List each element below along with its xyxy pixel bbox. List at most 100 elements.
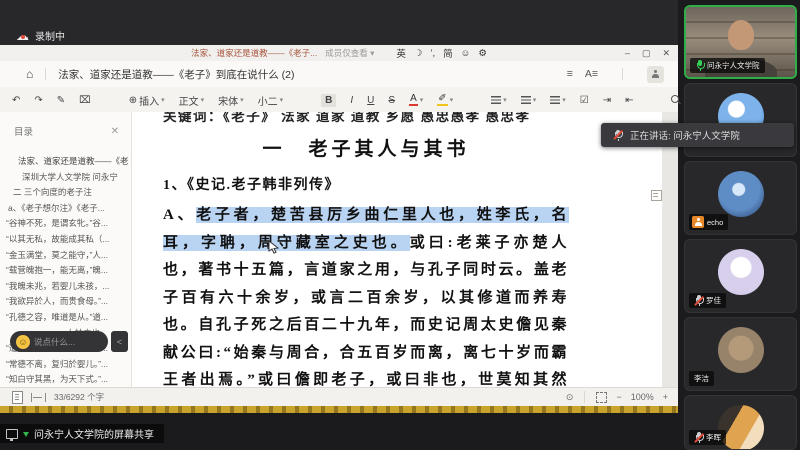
underline-button[interactable]: U: [367, 95, 374, 106]
text-tool-icon[interactable]: A≡: [585, 68, 598, 80]
participant-tile[interactable]: echo: [684, 161, 797, 235]
ime-lang-icon[interactable]: 英: [396, 46, 406, 60]
speaking-toast-label: 正在讲话: 问永宁人文学院: [630, 128, 740, 142]
mouse-cursor: [268, 240, 279, 255]
word-count-icon[interactable]: [31, 393, 46, 402]
indent-increase-button[interactable]: ⇥: [603, 95, 611, 106]
paragraph-style-dropdown[interactable]: 正文▾: [179, 93, 205, 108]
participant-name-badge: 李洁: [689, 371, 714, 386]
insert-dropdown[interactable]: ⊕插入▾: [129, 93, 165, 108]
strikethrough-button[interactable]: S: [388, 95, 395, 106]
comment-anchor-icon[interactable]: [651, 190, 662, 201]
toc-item[interactable]: “孔德之容，唯道是从。”道...: [6, 310, 129, 326]
toc-item[interactable]: “常德不离，复归於婴儿。”...: [6, 357, 129, 373]
monitor-icon: [6, 429, 18, 439]
toc-close-icon[interactable]: ✕: [111, 126, 119, 137]
section-heading: 一 老子其人与其书: [163, 134, 569, 161]
participant-name: echo: [707, 218, 723, 227]
toc-item[interactable]: “载营魄抱一，能无离，”魄...: [6, 263, 129, 279]
toc-item[interactable]: 法家、道家还是道教——《老...: [6, 154, 129, 170]
clear-format-button[interactable]: ⌧: [79, 95, 91, 106]
toc-item[interactable]: “我欲异於人，而贵食母。”...: [6, 294, 129, 310]
paragraph-a: A、老子者，楚苦县厉乡曲仁里人也，姓李氏，名耳，字聃，周守藏室之史也。或曰:老莱…: [163, 202, 569, 388]
toc-header: 目录 ✕: [0, 112, 131, 144]
highlight-color-dropdown[interactable]: ✐▾: [437, 94, 453, 106]
restore-button[interactable]: ▢: [642, 48, 651, 59]
bold-button[interactable]: B: [321, 94, 336, 107]
font-size-dropdown[interactable]: 小二▾: [258, 93, 284, 108]
redo-button[interactable]: ↷: [34, 95, 42, 106]
gear-icon[interactable]: ⚙: [478, 48, 487, 59]
checkbox-list-button[interactable]: ☑: [580, 95, 589, 106]
participant-tile[interactable]: 罗佳: [684, 239, 797, 313]
word-count: 33/6292 个字: [54, 391, 104, 403]
participant-name: 罗佳: [706, 295, 721, 306]
numbered-list-dropdown[interactable]: ▾: [550, 96, 566, 104]
hamburger-menu-icon[interactable]: ≡: [567, 68, 573, 80]
participant-tile[interactable]: 李晖: [684, 395, 797, 450]
participant-name-badge: 罗佳: [689, 293, 726, 308]
paragraph-a-rest: 或曰:老莱子亦楚人也，著书十五篇，言道家之用，与孔子同时云。盖老子百有六十余岁，…: [163, 235, 569, 389]
indent-decrease-button[interactable]: ⇤: [625, 95, 633, 106]
reading-mode-icon[interactable]: ⊙: [566, 392, 574, 403]
document-page[interactable]: 关键词：《老子》 法家 道家 道教 乡愿 愚忠愚孝 愚忠孝 一 老子其人与其书 …: [131, 112, 662, 388]
moon-icon[interactable]: ☽: [414, 48, 423, 59]
close-button[interactable]: ✕: [662, 48, 670, 59]
search-icon[interactable]: [671, 95, 681, 105]
participant-name: 李晖: [706, 432, 721, 443]
simplified-icon[interactable]: 简: [443, 46, 453, 60]
toc-item[interactable]: “金玉满堂，莫之能守，”人...: [6, 248, 129, 264]
toc-item[interactable]: a、《老子想尔注》《老子...: [6, 201, 129, 217]
toc-item[interactable]: “以其无私，故能成其私（...: [6, 232, 129, 248]
emoji-icon[interactable]: ☺: [16, 335, 30, 349]
toc-title: 目录: [14, 124, 33, 138]
document-tab[interactable]: 法家、道家还是道教——《老子》到底在说什么 (2): [58, 67, 294, 82]
toc-item[interactable]: “谷神不死，是谓玄牝。”谷...: [6, 216, 129, 232]
video-face: [728, 20, 754, 50]
undo-button[interactable]: ↶: [12, 95, 20, 106]
mic-on-icon: [695, 60, 704, 71]
home-icon[interactable]: ⌂: [26, 67, 33, 81]
mic-muted-icon: [694, 295, 703, 306]
quick-chat-bubble: ☺ 说点什么... <: [10, 331, 128, 352]
sub-heading: 1、《史记.老子韩非列传》: [163, 174, 662, 194]
avatar: [718, 327, 764, 373]
statusbar-right: ⊙ − 100% +: [566, 391, 668, 403]
participant-name: 问永宁人文学院: [707, 60, 760, 71]
fit-page-icon[interactable]: [596, 392, 607, 403]
participant-name: 李洁: [694, 373, 709, 384]
zoom-in-button[interactable]: +: [663, 392, 668, 402]
avatar: [718, 249, 764, 295]
toc-item[interactable]: “我魄未兆，若婴儿未孩，...: [6, 279, 129, 295]
collapse-left-icon[interactable]: <: [111, 331, 128, 352]
divider: [622, 68, 623, 80]
paragraph-a-label: A、: [163, 207, 196, 223]
punctuation-icon[interactable]: ’,: [430, 48, 435, 59]
minimize-button[interactable]: –: [625, 48, 630, 58]
wps-titlebar: 法家、道家还是道教——《老子... 成员仅查看 ▾ 英 ☽ ’, 简 ☺ ⚙ –…: [0, 45, 678, 61]
chat-input-collapsed[interactable]: ☺ 说点什么...: [10, 331, 108, 352]
account-avatar-button[interactable]: [647, 66, 664, 83]
view-mode-dropdown[interactable]: 成员仅查看 ▾: [325, 47, 374, 59]
font-family-dropdown[interactable]: 宋体▾: [218, 93, 244, 108]
toc-item[interactable]: “知白守其黑，为天下式。”...: [6, 372, 129, 388]
chat-placeholder: 说点什么...: [34, 336, 75, 348]
toc-item[interactable]: 深圳大学人文学院 问永宁: [6, 170, 129, 186]
meeting-top-strip: ☁ 录制中: [0, 0, 678, 45]
zoom-out-button[interactable]: −: [616, 392, 621, 402]
statusbar-left: 33/6292 个字: [12, 391, 104, 404]
participant-tile[interactable]: 李洁: [684, 317, 797, 391]
person-icon: [652, 70, 660, 78]
participant-name-badge: 李晖: [689, 430, 726, 445]
participant-tile[interactable]: 问永宁人文学院: [684, 5, 797, 79]
meeting-window: ☁ 录制中 法家、道家还是道教——《老子... 成员仅查看 ▾ 英 ☽ ’, 简…: [0, 0, 800, 450]
font-color-dropdown[interactable]: A▾: [409, 94, 423, 106]
bullet-list-dropdown[interactable]: ▾: [521, 96, 537, 104]
align-dropdown[interactable]: ▾: [491, 96, 507, 104]
page-layout-icon[interactable]: [12, 391, 23, 404]
format-painter-button[interactable]: ✎: [57, 95, 65, 106]
smiley-icon[interactable]: ☺: [461, 48, 471, 59]
wps-statusbar: 33/6292 个字 ⊙ − 100% +: [0, 387, 678, 406]
toc-item[interactable]: 二 三个向度的老子注: [6, 185, 129, 201]
italic-button[interactable]: I: [350, 95, 353, 106]
